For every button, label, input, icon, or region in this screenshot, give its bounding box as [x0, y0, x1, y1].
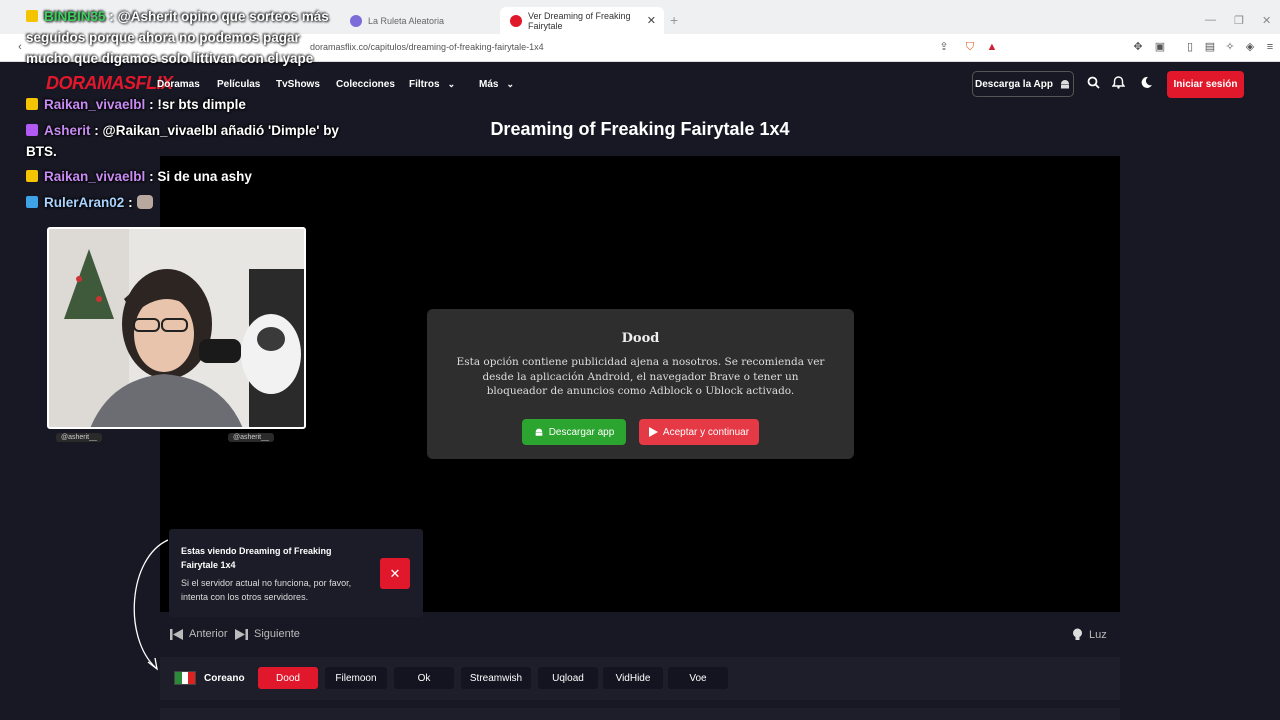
- tab-doramasflix[interactable]: Ver Dreaming of Freaking Fairytale ✕: [500, 7, 664, 34]
- next-label: Siguiente: [254, 628, 300, 640]
- chevron-down-icon: ⌄: [447, 79, 456, 89]
- chat-message: Raikan_vivaelbl : !sr bts dimple: [26, 94, 346, 115]
- previous-episode-button[interactable]: Anterior: [170, 628, 228, 640]
- play-icon: [648, 427, 658, 437]
- wallet-icon[interactable]: ▣: [1154, 41, 1166, 53]
- lightbulb-icon: [1073, 628, 1082, 640]
- previous-label: Anterior: [189, 628, 228, 640]
- leo-icon[interactable]: ✧: [1224, 41, 1236, 53]
- server-voe[interactable]: Voe: [668, 667, 728, 689]
- reading-icon[interactable]: ▤: [1204, 41, 1216, 53]
- curved-arrow-icon: [133, 539, 168, 671]
- modal-text: Esta opción contiene publicidad ajena a …: [456, 356, 825, 397]
- extensions-icon[interactable]: ✥: [1132, 41, 1144, 53]
- modal-title: Dood: [621, 331, 660, 346]
- crown-badge-icon: [26, 98, 38, 110]
- skip-next-icon: [235, 628, 248, 640]
- android-icon: [1061, 80, 1069, 89]
- login-button[interactable]: Iniciar sesión: [1167, 71, 1244, 98]
- search-icon[interactable]: [1086, 76, 1100, 90]
- brave-shield-icon[interactable]: ⛉: [964, 41, 976, 53]
- toast-close-button[interactable]: ✕: [380, 558, 410, 589]
- webcam-image: [49, 229, 304, 427]
- nav-colecciones[interactable]: Colecciones: [336, 79, 395, 90]
- twitter-handle: @asherit__: [228, 433, 274, 442]
- chat-message: BINBIN35 : @Asherit opino que sorteos má…: [26, 6, 346, 69]
- bell-icon[interactable]: [1111, 76, 1125, 90]
- accept-continue-label: Aceptar y continuar: [662, 426, 750, 438]
- skip-previous-icon: [170, 628, 183, 640]
- server-filemoon[interactable]: Filemoon: [325, 667, 387, 689]
- nav-label: Filtros: [409, 79, 440, 90]
- prime-badge-icon: [26, 196, 38, 208]
- close-tab-icon[interactable]: ✕: [647, 14, 656, 27]
- youtube-favicon-icon: [510, 14, 522, 27]
- chat-text: : !sr bts dimple: [149, 97, 246, 112]
- cat-emote-icon: [136, 195, 153, 209]
- light-label: Luz: [1089, 628, 1107, 641]
- restore-icon[interactable]: ❐: [1234, 14, 1244, 27]
- server-uqload[interactable]: Uqload: [538, 667, 598, 689]
- chat-text: : Si de una ashy: [149, 169, 252, 184]
- download-app-button[interactable]: Descarga la App: [972, 71, 1074, 97]
- next-section-strip: [160, 708, 1120, 720]
- nav-peliculas[interactable]: Películas: [217, 79, 260, 90]
- next-episode-button[interactable]: Siguiente: [235, 628, 300, 640]
- nav-filtros[interactable]: Filtros ⌄: [409, 79, 455, 90]
- close-window-icon[interactable]: ✕: [1262, 14, 1271, 27]
- vpn-icon[interactable]: ◈: [1244, 41, 1256, 53]
- instagram-handle: @asherit__: [56, 433, 102, 442]
- server-ok[interactable]: Ok: [394, 667, 454, 689]
- server-bar: Coreano Dood Filemoon Ok Streamwish Uqlo…: [160, 657, 1120, 700]
- nav-doramas[interactable]: Doramas: [157, 79, 200, 90]
- site-logo[interactable]: DORAMASFLIX: [46, 73, 173, 94]
- light-toggle[interactable]: Luz: [1072, 628, 1107, 641]
- chat-message: RulerAran02 :: [26, 192, 346, 213]
- webcam-feed: [47, 227, 306, 429]
- sidebar-icon[interactable]: ▯: [1184, 41, 1196, 53]
- moon-icon[interactable]: [1139, 76, 1153, 90]
- android-icon: [535, 428, 543, 436]
- new-tab-icon[interactable]: +: [670, 12, 678, 28]
- server-dood[interactable]: Dood: [258, 667, 318, 689]
- minimize-icon[interactable]: —: [1205, 14, 1216, 26]
- mic-badge-icon: [26, 124, 38, 136]
- download-app-modal-label: Descargar app: [548, 426, 615, 438]
- chat-username: Asherit: [44, 123, 91, 138]
- download-app-label: Descarga la App: [975, 78, 1053, 90]
- crown-badge-icon: [26, 170, 38, 182]
- korea-flag-icon: [174, 671, 196, 685]
- chevron-down-icon: ⌄: [506, 79, 514, 89]
- chat-username: RulerAran02: [44, 195, 125, 210]
- tab-title: Ver Dreaming of Freaking Fairytale: [528, 10, 631, 31]
- ad-warning-modal: Dood Esta opción contiene publicidad aje…: [427, 309, 854, 459]
- server-toast: Estas viendo Dreaming of Freaking Fairyt…: [169, 529, 423, 617]
- close-icon: ✕: [389, 565, 401, 581]
- crown-badge-icon: [26, 10, 38, 22]
- chat-username: Raikan_vivaelbl: [44, 169, 146, 184]
- menu-icon[interactable]: ≡: [1264, 41, 1276, 53]
- chat-username: Raikan_vivaelbl: [44, 97, 146, 112]
- download-app-modal-button[interactable]: Descargar app: [522, 419, 626, 445]
- nav-mas[interactable]: Más ⌄: [479, 79, 514, 90]
- brave-rewards-icon[interactable]: ▲: [986, 41, 998, 53]
- ruleta-favicon-icon: [350, 14, 362, 27]
- chat-message: Raikan_vivaelbl : Si de una ashy: [26, 166, 346, 187]
- accept-continue-button[interactable]: Aceptar y continuar: [639, 419, 759, 445]
- nav-tvshows[interactable]: TvShows: [276, 79, 320, 90]
- server-streamwish[interactable]: Streamwish: [461, 667, 531, 689]
- tab-title: La Ruleta Aleatoria: [368, 15, 445, 26]
- toast-title: Estas viendo Dreaming of Freaking Fairyt…: [181, 546, 332, 570]
- chat-message: Asherit : @Raikan_vivaelbl añadió 'Dimpl…: [26, 120, 346, 162]
- server-vidhide[interactable]: VidHide: [603, 667, 663, 689]
- back-icon[interactable]: ‹: [14, 41, 26, 53]
- chat-username: BINBIN35: [44, 9, 106, 24]
- language-selector[interactable]: Coreano: [174, 671, 245, 685]
- toast-text: Si el servidor actual no funciona, por f…: [181, 578, 352, 602]
- nav-label: Más: [479, 79, 499, 90]
- share-icon[interactable]: ⇪: [938, 41, 950, 53]
- chat-text: :: [128, 195, 133, 210]
- language-label: Coreano: [204, 672, 245, 684]
- tab-ruleta[interactable]: La Ruleta Aleatoria: [340, 7, 500, 34]
